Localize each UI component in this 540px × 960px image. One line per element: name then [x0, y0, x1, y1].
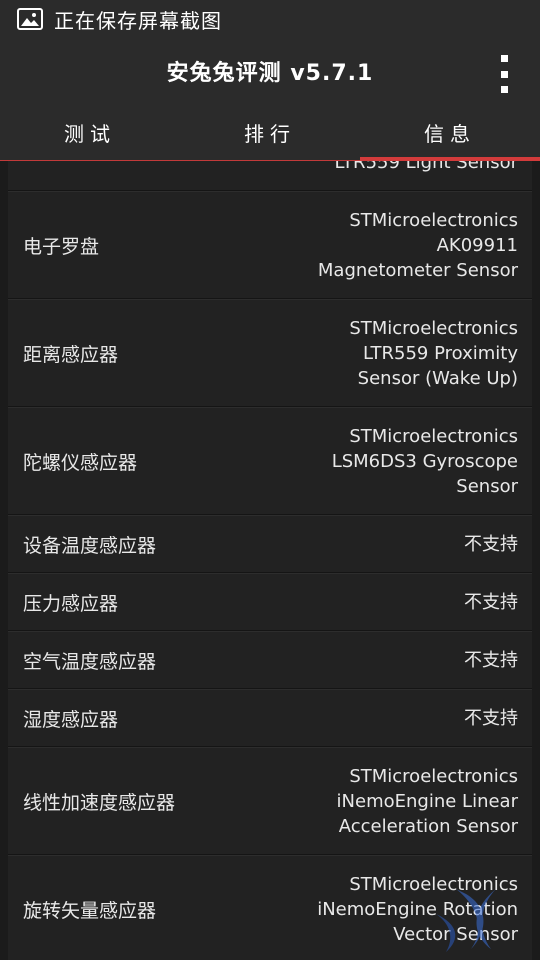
sensor-label: 旋转矢量感应器	[23, 899, 157, 922]
status-text: 正在保存屏幕截图	[54, 8, 222, 33]
sensor-value: 不支持	[464, 707, 518, 729]
sensor-row-linear-accel: 线性加速度感应器 STMicroelectronics iNemoEngine …	[8, 747, 532, 855]
sensor-value: 不支持	[464, 591, 518, 613]
watermark-logo-icon	[436, 889, 496, 952]
sensor-label: 压力感应器	[23, 592, 119, 615]
sensor-label: 设备温度感应器	[23, 534, 157, 557]
image-icon	[17, 8, 43, 30]
sensor-row-air-temp: 空气温度感应器 不支持	[8, 631, 532, 689]
sensor-row-pressure: 压力感应器 不支持	[8, 573, 532, 631]
sensor-row-device-temp: 设备温度感应器 不支持	[8, 515, 532, 573]
sensor-value: STMicroelectronics LSM6DS3 Gyroscope Sen…	[331, 425, 518, 497]
tab-info[interactable]: 信息	[360, 110, 540, 161]
sensor-value: LTR559 Light Sensor	[334, 161, 518, 173]
app-title: 安兔兔评测 v5.7.1	[166, 61, 374, 86]
screen: 正在保存屏幕截图 安兔兔评测 v5.7.1 测试 排行 信息 LTR559 Li…	[0, 0, 540, 960]
sensor-value: STMicroelectronics iNemoEngine Linear Ac…	[336, 765, 518, 837]
sensor-row-humidity: 湿度感应器 不支持	[8, 689, 532, 747]
sensor-row-gyroscope: 陀螺仪感应器 STMicroelectronics LSM6DS3 Gyrosc…	[8, 407, 532, 515]
tab-ranking[interactable]: 排行	[180, 110, 360, 160]
more-vertical-icon[interactable]	[498, 55, 510, 93]
sensor-label: 空气温度感应器	[23, 650, 157, 673]
sensor-value: STMicroelectronics AK09911 Magnetometer …	[317, 209, 518, 281]
status-bar: 正在保存屏幕截图	[0, 0, 540, 38]
sensor-label: 线性加速度感应器	[23, 791, 176, 814]
sensor-row-proximity: 距离感应器 STMicroelectronics LTR559 Proximit…	[8, 299, 532, 407]
sensor-value: 不支持	[464, 649, 518, 671]
sensor-value: STMicroelectronics LTR559 Proximity Sens…	[349, 317, 518, 389]
sensor-list[interactable]: LTR559 Light Sensor 电子罗盘 STMicroelectron…	[8, 161, 532, 960]
app-bar: 安兔兔评测 v5.7.1	[0, 38, 540, 110]
tab-test[interactable]: 测试	[0, 110, 180, 160]
sensor-label: 电子罗盘	[23, 235, 100, 258]
tab-bar: 测试 排行 信息	[0, 110, 540, 161]
sensor-label: 湿度感应器	[23, 708, 119, 731]
sensor-value: 不支持	[464, 533, 518, 555]
sensor-label: 陀螺仪感应器	[23, 451, 138, 474]
sensor-row-compass: 电子罗盘 STMicroelectronics AK09911 Magnetom…	[8, 191, 532, 299]
sensor-list-content: LTR559 Light Sensor 电子罗盘 STMicroelectron…	[8, 161, 532, 960]
sensor-label: 距离感应器	[23, 343, 119, 366]
sensor-row-light: LTR559 Light Sensor	[8, 161, 532, 191]
